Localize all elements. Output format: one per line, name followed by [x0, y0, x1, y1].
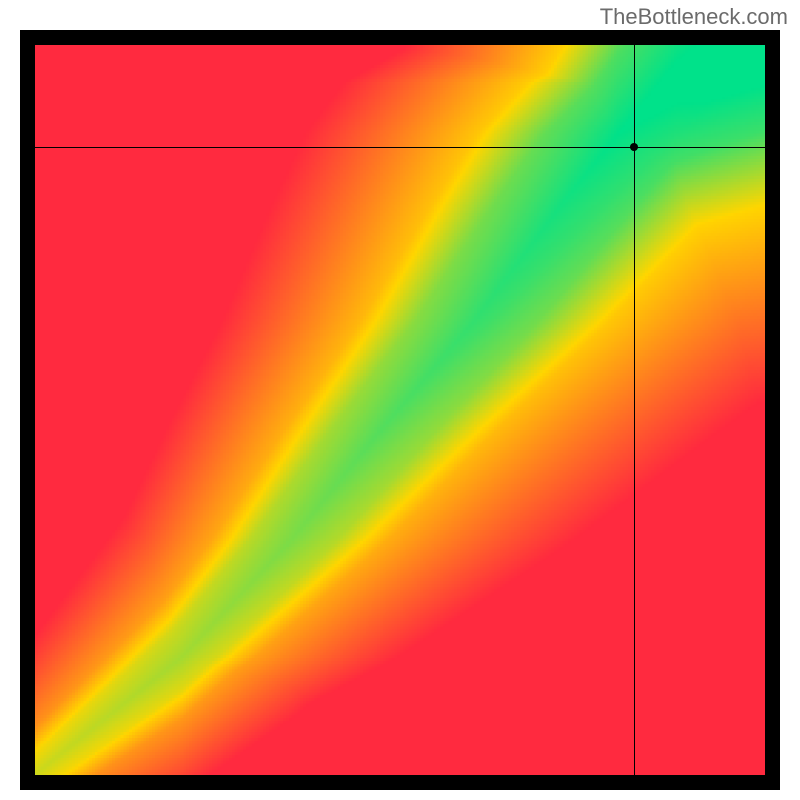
marker-dot	[630, 143, 638, 151]
crosshair-vertical	[634, 45, 635, 775]
crosshair-horizontal	[35, 147, 765, 148]
bottleneck-heatmap	[35, 45, 765, 775]
chart-frame	[20, 30, 780, 790]
watermark-text: TheBottleneck.com	[600, 4, 788, 30]
